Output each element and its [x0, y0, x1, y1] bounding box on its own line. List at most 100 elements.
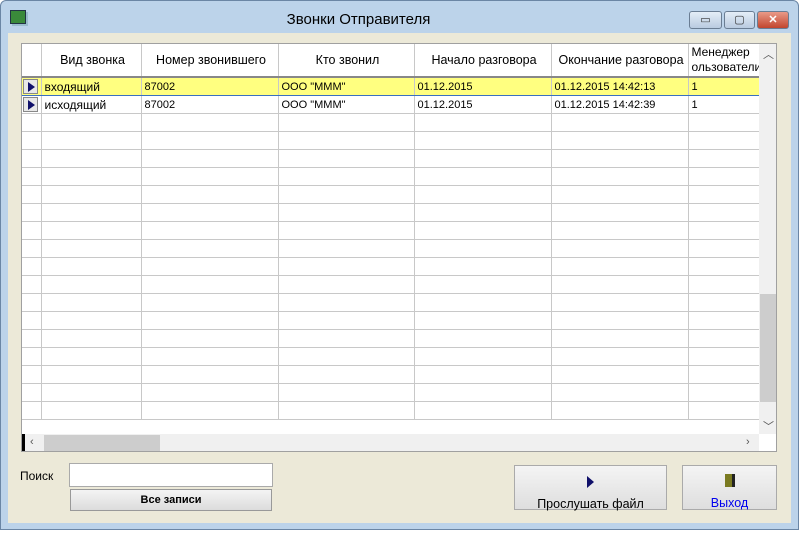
table-cell[interactable] [551, 221, 689, 240]
column-header[interactable]: Менеджер ользователи [688, 44, 763, 78]
row-selector[interactable] [22, 365, 42, 384]
table-cell[interactable] [688, 167, 763, 186]
table-cell[interactable] [41, 275, 142, 294]
table-cell[interactable] [688, 185, 763, 204]
table-cell[interactable] [41, 293, 142, 312]
table-cell[interactable]: 1 [688, 76, 763, 96]
row-selector[interactable] [22, 275, 42, 294]
scroll-right-icon[interactable]: › [746, 436, 750, 448]
table-cell[interactable] [278, 365, 415, 384]
table-cell[interactable] [414, 383, 552, 402]
table-cell[interactable] [141, 275, 279, 294]
table-cell[interactable] [414, 275, 552, 294]
table-cell[interactable] [141, 293, 279, 312]
table-cell[interactable] [688, 383, 763, 402]
table-cell[interactable] [41, 239, 142, 258]
row-selector[interactable] [22, 76, 42, 96]
row-selector[interactable] [22, 167, 42, 186]
table-cell[interactable]: входящий [41, 76, 142, 96]
table-row[interactable] [22, 239, 763, 258]
table-cell[interactable] [278, 311, 415, 330]
table-cell[interactable] [414, 401, 552, 420]
table-cell[interactable] [414, 149, 552, 168]
table-cell[interactable]: 01.12.2015 [414, 76, 552, 96]
table-cell[interactable] [141, 239, 279, 258]
table-cell[interactable] [141, 383, 279, 402]
row-selector[interactable] [22, 185, 42, 204]
table-cell[interactable] [688, 257, 763, 276]
table-cell[interactable] [278, 185, 415, 204]
table-cell[interactable] [41, 347, 142, 366]
table-cell[interactable] [551, 365, 689, 384]
table-cell[interactable] [551, 383, 689, 402]
table-row[interactable] [22, 401, 763, 420]
horizontal-scroll-thumb[interactable] [44, 435, 160, 451]
table-cell[interactable] [278, 221, 415, 240]
table-cell[interactable] [41, 167, 142, 186]
table-cell[interactable] [141, 347, 279, 366]
table-row[interactable] [22, 131, 763, 150]
table-cell[interactable] [551, 293, 689, 312]
table-cell[interactable] [688, 275, 763, 294]
table-cell[interactable] [688, 347, 763, 366]
maximize-button[interactable]: ▢ [724, 11, 755, 29]
table-cell[interactable] [141, 401, 279, 420]
table-cell[interactable]: ООО "МММ" [278, 76, 415, 96]
table-cell[interactable] [141, 365, 279, 384]
table-cell[interactable] [278, 203, 415, 222]
table-cell[interactable]: 87002 [141, 76, 279, 96]
table-cell[interactable] [551, 401, 689, 420]
search-input[interactable] [69, 463, 273, 487]
table-row[interactable] [22, 311, 763, 330]
row-selector[interactable] [22, 131, 42, 150]
table-row[interactable] [22, 329, 763, 348]
minimize-button[interactable]: ▭ [689, 11, 722, 29]
table-cell[interactable] [414, 347, 552, 366]
table-cell[interactable] [41, 401, 142, 420]
table-cell[interactable] [551, 239, 689, 258]
table-cell[interactable] [551, 257, 689, 276]
table-cell[interactable] [278, 347, 415, 366]
table-cell[interactable] [688, 311, 763, 330]
row-selector[interactable] [22, 311, 42, 330]
table-cell[interactable] [141, 311, 279, 330]
table-cell[interactable] [141, 131, 279, 150]
table-cell[interactable] [141, 203, 279, 222]
row-selector[interactable] [22, 221, 42, 240]
table-row[interactable] [22, 257, 763, 276]
table-row[interactable] [22, 113, 763, 132]
all-records-button[interactable]: Все записи [70, 489, 272, 511]
table-cell[interactable] [278, 149, 415, 168]
row-selector[interactable] [22, 257, 42, 276]
table-row[interactable] [22, 203, 763, 222]
play-file-button[interactable]: Прослушать файл [514, 465, 667, 511]
vertical-scroll-thumb[interactable] [760, 294, 776, 402]
table-cell[interactable] [41, 329, 142, 348]
table-cell[interactable] [41, 221, 142, 240]
horizontal-scrollbar[interactable]: ‹ › [22, 434, 759, 451]
table-cell[interactable] [414, 329, 552, 348]
table-cell[interactable]: 87002 [141, 95, 279, 114]
table-cell[interactable]: 01.12.2015 [414, 95, 552, 114]
table-cell[interactable] [414, 257, 552, 276]
column-header[interactable]: Кто звонил [278, 44, 415, 78]
table-cell[interactable] [551, 113, 689, 132]
row-selector[interactable] [22, 113, 42, 132]
table-cell[interactable] [688, 113, 763, 132]
row-selector[interactable] [22, 401, 42, 420]
table-cell[interactable] [41, 311, 142, 330]
table-row[interactable] [22, 185, 763, 204]
column-header[interactable]: Вид звонка [41, 44, 142, 78]
table-cell[interactable] [688, 221, 763, 240]
table-cell[interactable] [141, 185, 279, 204]
table-cell[interactable] [414, 239, 552, 258]
table-cell[interactable]: 01.12.2015 14:42:39 [551, 95, 689, 114]
table-cell[interactable] [278, 401, 415, 420]
scroll-down-icon[interactable]: ﹀ [763, 418, 774, 434]
table-cell[interactable] [414, 113, 552, 132]
table-cell[interactable] [41, 257, 142, 276]
table-cell[interactable] [414, 131, 552, 150]
table-cell[interactable] [41, 203, 142, 222]
table-cell[interactable] [688, 131, 763, 150]
table-cell[interactable] [688, 401, 763, 420]
